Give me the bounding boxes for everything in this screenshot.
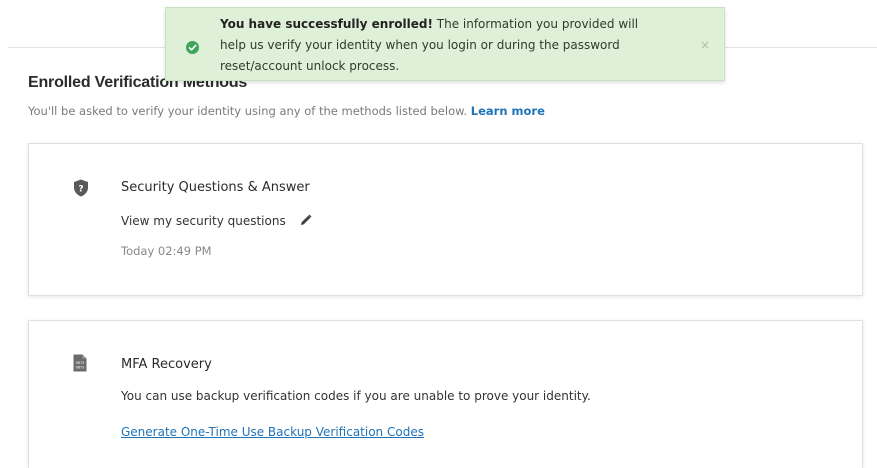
section-subtitle: You'll be asked to verify your identity … xyxy=(28,104,545,118)
svg-text:?: ? xyxy=(78,185,83,195)
close-icon[interactable]: × xyxy=(700,38,710,52)
toast-headline: You have successfully enrolled! xyxy=(220,17,433,31)
toast-message: You have successfully enrolled! The info… xyxy=(220,14,690,77)
toast-line2: help us verify your identity when you lo… xyxy=(220,38,620,52)
check-circle-icon xyxy=(186,41,199,54)
mfa-recovery-card: 9873 9873 MFA Recovery You can use backu… xyxy=(28,320,863,468)
security-card-timestamp: Today 02:49 PM xyxy=(121,244,212,258)
toast-line3: reset/account unlock process. xyxy=(220,59,400,73)
toast-line1: The information you provided will xyxy=(432,17,639,31)
security-card-title: Security Questions & Answer xyxy=(121,180,310,195)
pencil-icon[interactable] xyxy=(300,214,312,229)
learn-more-link[interactable]: Learn more xyxy=(471,104,545,118)
security-questions-card: ? Security Questions & Answer View my se… xyxy=(28,143,863,296)
generate-backup-codes-link[interactable]: Generate One-Time Use Backup Verificatio… xyxy=(121,425,424,439)
section-subtitle-text: You'll be asked to verify your identity … xyxy=(28,104,468,118)
view-security-questions-row: View my security questions xyxy=(121,214,312,229)
success-toast: You have successfully enrolled! The info… xyxy=(165,7,725,81)
backup-codes-icon: 9873 9873 xyxy=(73,354,87,376)
shield-question-icon: ? xyxy=(73,179,89,201)
mfa-card-title: MFA Recovery xyxy=(121,357,212,372)
backup-codes-icon-text-1: 9873 xyxy=(76,361,85,365)
view-security-questions-link[interactable]: View my security questions xyxy=(121,214,286,228)
mfa-card-description: You can use backup verification codes if… xyxy=(121,389,591,403)
backup-codes-icon-text-2: 9873 xyxy=(76,366,85,370)
